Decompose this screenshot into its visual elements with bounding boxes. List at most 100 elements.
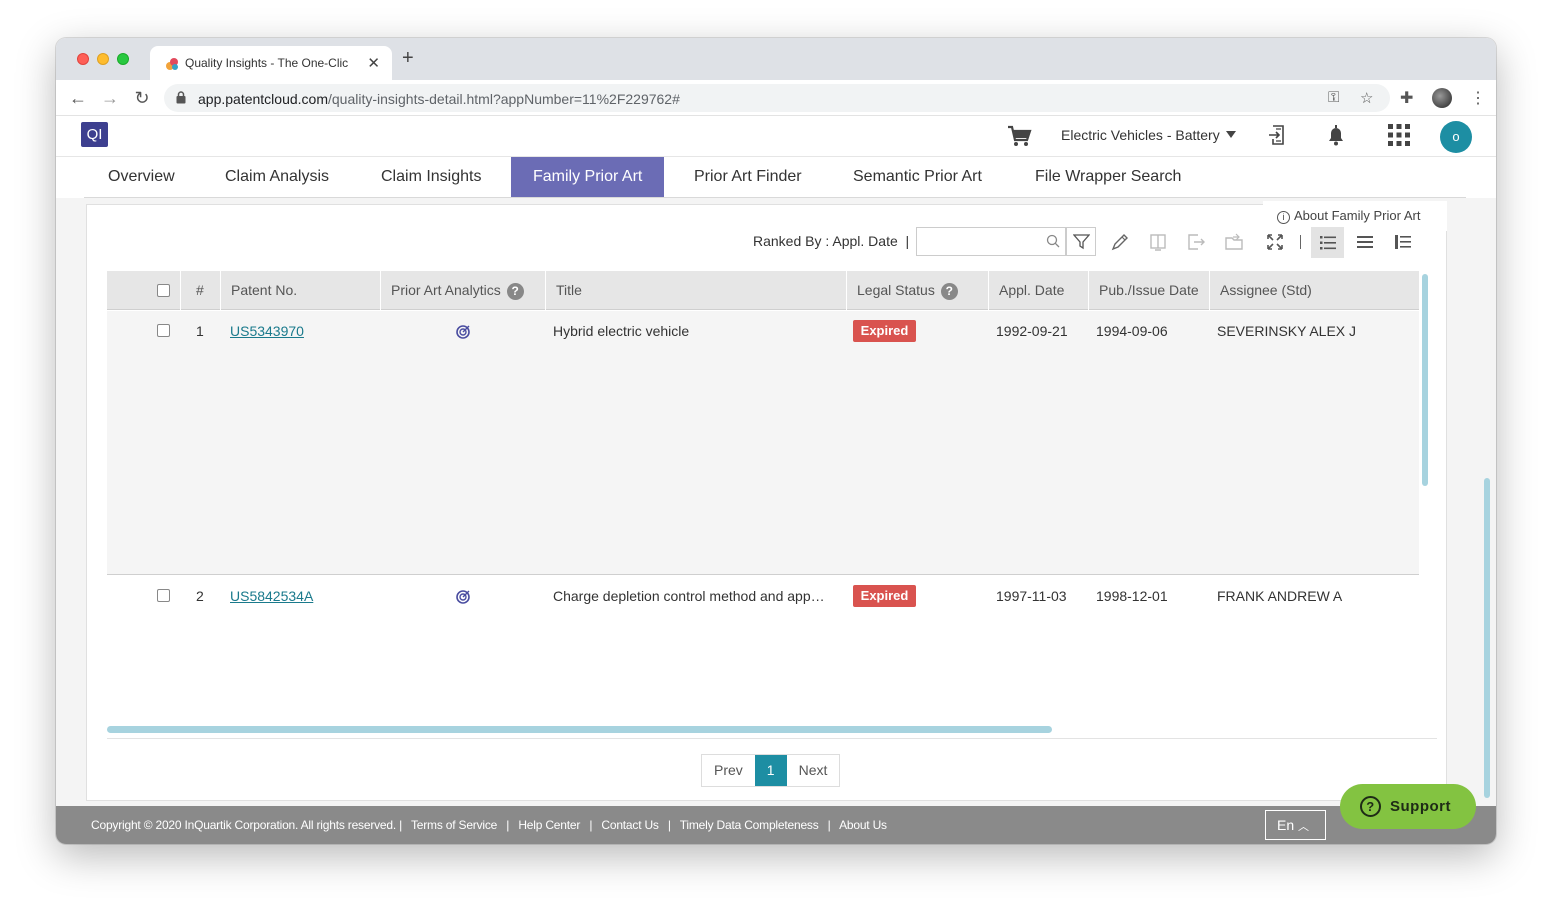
- key-icon[interactable]: ⚿: [1328, 89, 1339, 106]
- footer-separator: |: [827, 818, 831, 832]
- patent-title: Hybrid electric vehicle: [553, 323, 690, 339]
- list-view-button[interactable]: [1311, 227, 1344, 258]
- table-row: 1 US5343970 Hybrid electric vehicle Expi…: [107, 311, 1419, 575]
- apps-grid-icon[interactable]: [1387, 123, 1411, 147]
- patent-link[interactable]: US5343970: [230, 323, 304, 339]
- detail-view-icon[interactable]: [1393, 232, 1413, 252]
- prev-page-button[interactable]: Prev: [702, 755, 755, 786]
- app-logo[interactable]: QI: [81, 122, 108, 147]
- footer-separator: |: [506, 818, 510, 832]
- column-header-title[interactable]: Title: [545, 271, 846, 310]
- page-1-button[interactable]: 1: [754, 755, 787, 786]
- page-vertical-scrollbar[interactable]: [1484, 478, 1490, 798]
- support-button[interactable]: ? Support: [1340, 784, 1476, 829]
- highlight-pen-icon[interactable]: [1110, 232, 1130, 252]
- assignee: SEVERINSKY ALEX J: [1217, 323, 1357, 339]
- new-tab-icon[interactable]: +: [402, 48, 414, 68]
- back-icon[interactable]: ←: [67, 87, 89, 109]
- about-us-link[interactable]: About Us: [839, 818, 887, 832]
- row-checkbox[interactable]: [157, 589, 170, 602]
- filter-button[interactable]: [1066, 227, 1096, 256]
- tab-file-wrapper-search[interactable]: File Wrapper Search: [1013, 157, 1203, 197]
- pub-date: 1994-09-06: [1096, 323, 1168, 339]
- compare-icon[interactable]: [1148, 232, 1168, 252]
- close-window-button[interactable]: [77, 53, 89, 65]
- language-selector[interactable]: En ︿: [1265, 810, 1326, 840]
- next-page-button[interactable]: Next: [787, 755, 840, 786]
- column-header-pub-date[interactable]: Pub./Issue Date: [1088, 271, 1209, 310]
- tab-family-prior-art[interactable]: Family Prior Art: [511, 157, 665, 197]
- help-center-link[interactable]: Help Center: [518, 818, 580, 832]
- browser-tab[interactable]: Quality Insights - The One-Clic ✕: [150, 46, 392, 80]
- tab-semantic-prior-art[interactable]: Semantic Prior Art: [831, 157, 1004, 197]
- help-icon[interactable]: ?: [506, 283, 524, 300]
- column-header-assignee[interactable]: Assignee (Std): [1209, 271, 1419, 310]
- footer-separator: |: [667, 818, 671, 832]
- column-header-legal-status[interactable]: Legal Status?: [846, 271, 988, 310]
- table-horizontal-scrollbar[interactable]: [107, 726, 1052, 733]
- row-number: 1: [196, 323, 204, 339]
- filter-icon: [1073, 234, 1090, 250]
- minimize-window-button[interactable]: [97, 53, 109, 65]
- terms-link[interactable]: Terms of Service: [411, 818, 497, 832]
- tab-strip: Quality Insights - The One-Clic ✕ +: [56, 38, 1496, 80]
- status-badge: Expired: [853, 320, 916, 342]
- browser-menu-icon[interactable]: ⋮: [1470, 88, 1486, 108]
- pagination: Prev 1 Next: [701, 754, 841, 787]
- compact-view-icon[interactable]: [1355, 232, 1375, 252]
- browser-profile-avatar[interactable]: [1432, 88, 1452, 108]
- table-row: 2 US5842534A Charge depletion control me…: [107, 576, 1419, 726]
- url-text: app.patentcloud.com/quality-insights-det…: [198, 91, 680, 107]
- toolbar-divider: [1300, 235, 1301, 249]
- about-family-prior-art-link[interactable]: i About Family Prior Art: [1263, 201, 1447, 231]
- tab-claim-insights[interactable]: Claim Insights: [359, 157, 503, 197]
- column-header-prior-art-analytics[interactable]: Prior Art Analytics?: [380, 271, 545, 310]
- divider: [107, 738, 1437, 739]
- analytics-target-icon[interactable]: [456, 325, 470, 339]
- maximize-window-button[interactable]: [117, 53, 129, 65]
- tab-overview[interactable]: Overview: [86, 157, 197, 197]
- forward-icon[interactable]: →: [99, 87, 121, 109]
- url-path: /quality-insights-detail.html?appNumber=…: [327, 91, 680, 107]
- close-tab-icon[interactable]: ✕: [367, 54, 380, 72]
- timely-data-completeness-link[interactable]: Timely Data Completeness: [680, 818, 819, 832]
- bell-icon[interactable]: [1324, 123, 1348, 147]
- workspace-selector[interactable]: Electric Vehicles - Battery: [1061, 127, 1236, 143]
- search-input[interactable]: [916, 227, 1066, 256]
- export-icon[interactable]: [1186, 232, 1206, 252]
- workspace-label: Electric Vehicles - Battery: [1061, 127, 1220, 143]
- list-view-icon: [1320, 236, 1336, 250]
- user-avatar[interactable]: o: [1440, 121, 1472, 153]
- column-header-appl-date[interactable]: Appl. Date: [988, 271, 1088, 310]
- tab-title: Quality Insights - The One-Clic: [185, 56, 349, 70]
- row-checkbox[interactable]: [157, 324, 170, 337]
- column-header-patent-no[interactable]: Patent No.: [220, 271, 380, 310]
- patent-link[interactable]: US5842534A: [230, 588, 313, 604]
- legal-status-label: Legal Status: [857, 282, 935, 298]
- address-bar[interactable]: app.patentcloud.com/quality-insights-det…: [164, 84, 1390, 112]
- about-label: About Family Prior Art: [1294, 208, 1421, 223]
- tab-claim-analysis[interactable]: Claim Analysis: [203, 157, 351, 197]
- column-header-number[interactable]: #: [180, 271, 220, 310]
- status-badge: Expired: [853, 585, 916, 607]
- assignee: FRANK ANDREW A: [1217, 588, 1343, 604]
- search-icon[interactable]: [1046, 234, 1060, 248]
- help-icon[interactable]: ?: [940, 283, 958, 300]
- expand-icon[interactable]: [1265, 232, 1285, 252]
- cart-icon[interactable]: [1006, 123, 1032, 149]
- reload-icon[interactable]: ↻: [131, 87, 153, 109]
- table-vertical-scrollbar[interactable]: [1422, 274, 1428, 486]
- browser-toolbar: ← → ↻ app.patentcloud.com/quality-insigh…: [56, 80, 1496, 116]
- favicon-icon: [166, 58, 178, 70]
- language-label: En: [1277, 817, 1295, 833]
- analytics-target-icon[interactable]: [456, 590, 470, 604]
- extensions-icon[interactable]: ✚: [1400, 88, 1413, 108]
- info-icon: i: [1277, 211, 1290, 224]
- select-all-checkbox[interactable]: [157, 284, 170, 297]
- contact-us-link[interactable]: Contact Us: [601, 818, 659, 832]
- star-icon[interactable]: ☆: [1360, 89, 1373, 107]
- tab-prior-art-finder[interactable]: Prior Art Finder: [672, 157, 824, 197]
- import-icon[interactable]: [1265, 123, 1289, 147]
- ranked-by-label[interactable]: Ranked By : Appl. Date |: [753, 233, 909, 249]
- save-to-folder-icon[interactable]: [1224, 232, 1244, 252]
